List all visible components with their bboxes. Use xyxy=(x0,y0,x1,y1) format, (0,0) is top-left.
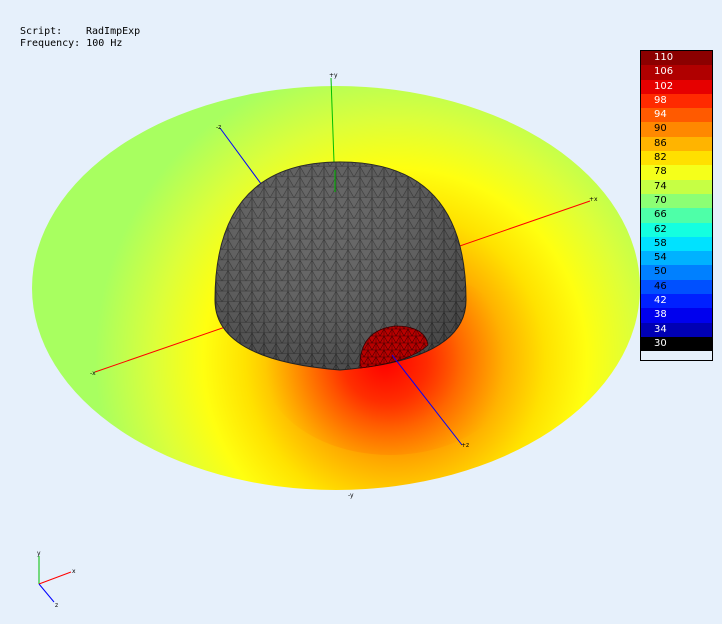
legend-entry: 46 xyxy=(641,279,712,295)
y-axis-label: +y xyxy=(329,72,338,79)
triad-y-label: y xyxy=(37,550,41,557)
triad-x-axis xyxy=(38,571,72,585)
legend-entry: 98 xyxy=(641,93,712,109)
legend-entry: 54 xyxy=(641,251,712,266)
legend-entry: 82 xyxy=(641,151,712,166)
legend-entry: 58 xyxy=(641,236,712,252)
dome-shading xyxy=(215,162,466,370)
legend-entry: 78 xyxy=(641,165,712,180)
legend-entry: 90 xyxy=(641,122,712,137)
neg-z-axis-label: -z xyxy=(216,124,221,131)
triad-x-label: x xyxy=(72,568,76,575)
legend-entry: 62 xyxy=(641,222,712,237)
legend-entry: 110 xyxy=(641,51,712,66)
neg-y-axis-label: -y xyxy=(348,492,354,499)
legend-entry: 86 xyxy=(641,136,712,152)
legend-entry: 30 xyxy=(641,336,712,352)
legend-entry: 38 xyxy=(641,308,712,323)
legend-entry: 66 xyxy=(641,208,712,223)
legend-entry: 50 xyxy=(641,265,712,280)
triad-z-label: z xyxy=(55,602,58,609)
legend-entry: 74 xyxy=(641,179,712,194)
neg-x-axis-label: -x xyxy=(90,370,96,377)
legend-entry: 34 xyxy=(641,322,712,337)
legend-entry: 42 xyxy=(641,294,712,309)
legend-entry: 70 xyxy=(641,193,712,209)
legend-entry: 94 xyxy=(641,108,712,123)
x-axis-label: +x xyxy=(589,196,598,203)
z-axis-label: +z xyxy=(461,442,469,449)
orientation-triad: y x z xyxy=(37,550,76,609)
color-legend: 110 106 102 98 94 90 86 82 78 74 70 66 62 58 54 50 46 42 3… xyxy=(640,50,713,361)
triad-z-axis xyxy=(38,583,55,603)
legend-entry: 102 xyxy=(641,79,712,94)
3d-viewport[interactable]: +y -z +x -x +z -y xyxy=(0,0,722,624)
legend-entry: 106 xyxy=(641,65,712,80)
